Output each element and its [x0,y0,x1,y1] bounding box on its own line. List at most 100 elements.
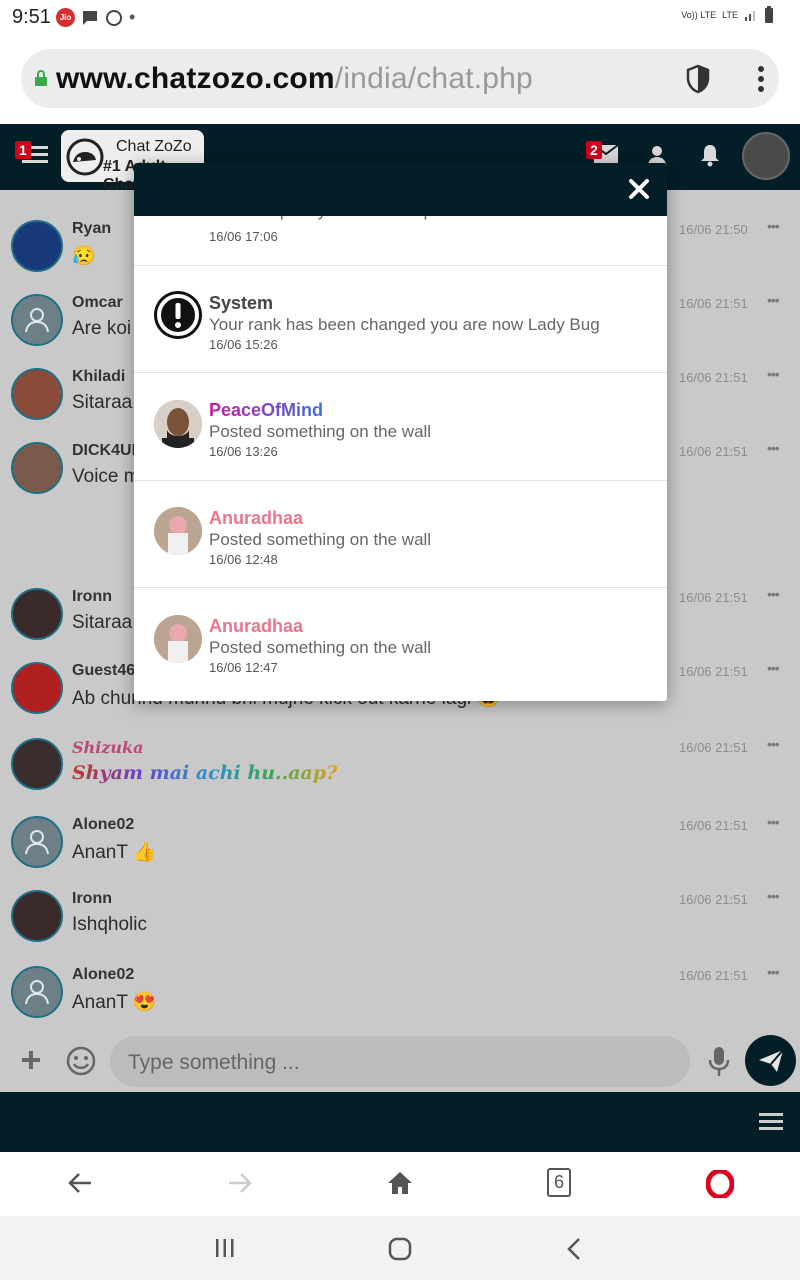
emoji-icon[interactable] [66,1046,96,1076]
chat-logo-icon [66,138,104,176]
notification-desc: Your rank has been changed you are now L… [209,315,600,334]
chat-avatar[interactable] [11,816,63,868]
chat-avatar[interactable] [11,662,63,714]
message-options-icon[interactable]: ••• [767,736,780,752]
notification-time: 16/06 15:26 [209,337,278,352]
home-button-icon[interactable] [388,1237,412,1261]
microphone-icon[interactable] [708,1046,730,1078]
recent-apps-icon[interactable] [214,1238,236,1258]
chat-username[interactable]: Ryan [72,220,111,238]
address-bar[interactable]: www.chatzozo.com/india/chat.php [21,49,779,108]
clock: 9:51 [12,6,51,28]
chat-username[interactable]: Omcar [72,294,123,312]
plus-icon[interactable] [21,1050,41,1070]
message-options-icon[interactable]: ••• [767,964,780,980]
notification-desc: Posted something on the wall [209,530,432,549]
back-arrow-icon[interactable] [67,1170,93,1196]
chat-message-text: Ishqholic [72,914,147,935]
chat-username[interactable]: Ironn [72,890,112,908]
forward-arrow-icon[interactable] [227,1170,253,1196]
chat-message-text: Are koi [72,318,132,339]
chat-avatar[interactable] [11,966,63,1018]
system-navigation-bar [0,1216,800,1280]
message-options-icon[interactable]: ••• [767,366,780,382]
chat-avatar[interactable] [11,890,63,942]
message-options-icon[interactable]: ••• [767,888,780,904]
opera-icon[interactable] [706,1170,734,1198]
chat-avatar[interactable] [11,294,63,346]
more-notifications-dot: • [129,7,136,27]
logo-line-1: Chat ZoZo [116,138,192,155]
user-avatar[interactable] [742,132,790,180]
notification-item[interactable]: System Your rank has been changed you ar… [134,266,667,373]
chat-avatar[interactable] [11,220,63,272]
system-alert-icon [154,291,202,339]
home-icon[interactable] [387,1170,413,1196]
message-options-icon[interactable]: ••• [767,814,780,830]
tab-count: 6 [553,1172,564,1192]
close-icon[interactable] [628,178,650,200]
chat-avatar[interactable] [11,588,63,640]
battery-icon [765,6,773,23]
notification-item[interactable]: Anuradhaa Posted something on the wall 1… [134,588,667,701]
notification-title: Anuradhaa [209,508,304,528]
chat-timestamp: 16/06 21:51 [679,892,748,907]
app-footer [0,1092,800,1152]
notification-time: 16/06 17:06 [209,229,278,244]
chat-timestamp: 16/06 21:50 [679,222,748,237]
send-icon [759,1049,784,1072]
browser-menu-icon[interactable] [757,66,765,92]
message-options-icon[interactable]: ••• [767,440,780,456]
chat-username[interactable]: Ironn [72,588,112,606]
footer-menu-icon[interactable] [759,1112,783,1132]
notifications-modal: Has accepted your friend request 16/06 1… [134,163,667,701]
chat-username[interactable]: Alone02 [72,966,134,984]
message-input[interactable]: Type something ... [110,1036,690,1087]
signal-icon [745,11,755,21]
notification-item[interactable]: Anuradhaa Posted something on the wall 1… [134,481,667,588]
bell-icon[interactable] [699,143,721,167]
menu-badge: 1 [15,141,31,159]
send-button[interactable] [745,1035,796,1086]
chat-username[interactable]: DICK4UR [72,442,143,460]
notification-time: 16/06 12:48 [209,552,278,567]
notification-icons: Jio • [56,7,135,28]
jio-icon: Jio [56,8,75,27]
chat-message-text: Shyam mai achi hu..aap? [72,762,338,784]
chat-username[interactable]: Alone02 [72,816,134,834]
chat-timestamp: 16/06 21:51 [679,296,748,311]
chat-message-text: 😥 [72,246,96,267]
chat-avatar[interactable] [11,368,63,420]
tabs-button[interactable]: 6 [547,1168,571,1197]
whatsapp-icon [106,9,122,26]
notification-title: Anuradhaa [209,616,304,636]
message-options-icon[interactable]: ••• [767,586,780,602]
message-options-icon[interactable]: ••• [767,218,780,234]
url-text[interactable]: www.chatzozo.com/india/chat.php [56,62,533,96]
system-back-icon[interactable] [566,1237,582,1261]
chat-username[interactable]: Khiladi [72,368,125,386]
messages-badge: 2 [586,141,602,159]
message-options-icon[interactable]: ••• [767,292,780,308]
message-placeholder: Type something ... [128,1051,300,1074]
url-domain: www.chatzozo.com [56,62,335,95]
chat-avatar[interactable] [11,442,63,494]
chat-timestamp: 16/06 21:51 [679,444,748,459]
modal-header-bar [134,163,667,216]
chat-username[interactable]: Shizuka [72,738,143,757]
lte-label: LTE [722,10,738,20]
notification-avatar [154,615,202,663]
browser-toolbar: 6 [0,1152,800,1216]
notification-item[interactable]: PeaceOfMind Posted something on the wall… [134,373,667,481]
notification-title: System [209,293,274,313]
notification-desc: Posted something on the wall [209,638,432,657]
lock-icon [35,70,47,86]
url-path: /india/chat.php [334,62,533,95]
chat-timestamp: 16/06 21:51 [679,968,748,983]
message-options-icon[interactable]: ••• [767,660,780,676]
chat-avatar[interactable] [11,738,63,790]
chat-message-text: Sitaraa [72,392,133,413]
volte-label: Vo)) LTE [681,10,717,20]
shield-icon[interactable] [685,64,711,94]
chat-timestamp: 16/06 21:51 [679,818,748,833]
